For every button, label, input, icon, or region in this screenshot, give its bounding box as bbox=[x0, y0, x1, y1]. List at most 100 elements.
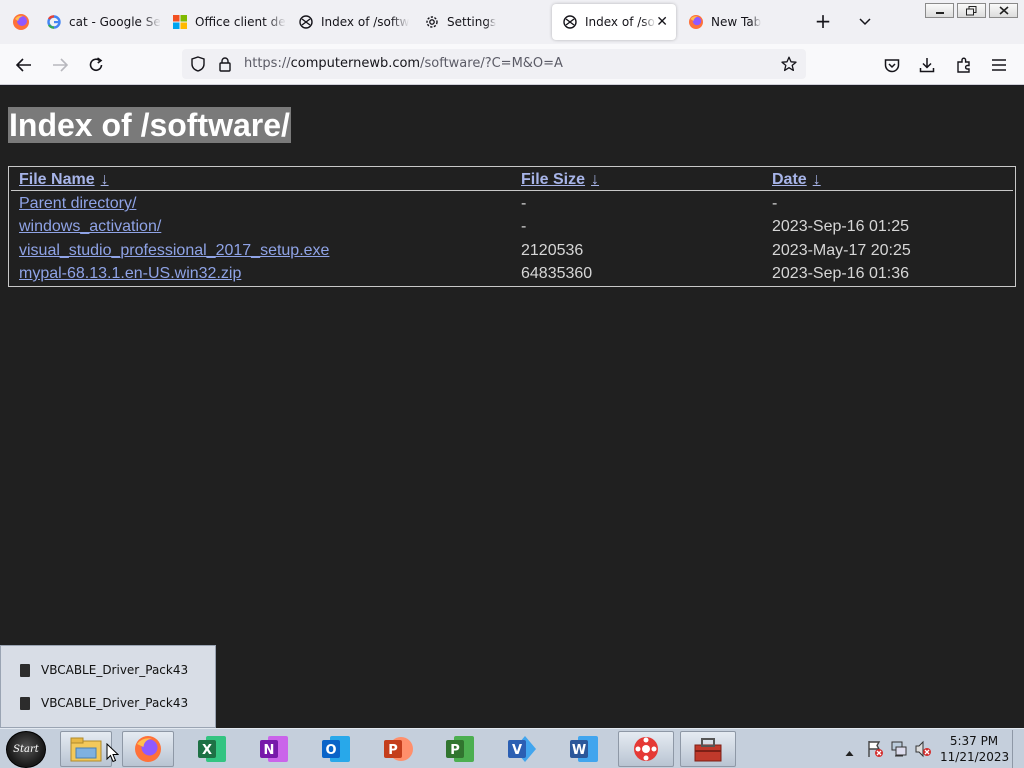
file-explorer-taskbar-button[interactable] bbox=[60, 731, 112, 767]
tab-index-software[interactable]: Index of /softw bbox=[298, 4, 416, 40]
url-text[interactable]: https://computernewb.com/software/?C=M&O… bbox=[244, 56, 563, 71]
powerpoint-letter: P bbox=[388, 743, 398, 758]
clock-date: 11/21/2023 bbox=[940, 750, 1010, 764]
jump-list-item[interactable]: VBCABLE_Driver_Pack43 bbox=[20, 694, 188, 712]
tab-label: Office client de bbox=[195, 15, 286, 29]
tab-label: New Tab bbox=[711, 15, 762, 29]
header-label: File Name bbox=[19, 171, 95, 188]
tab-label: cat - Google Se bbox=[69, 15, 161, 29]
toolbox-icon bbox=[694, 738, 722, 762]
tab-office-client[interactable]: Office client de bbox=[172, 4, 290, 40]
app-taskbar-button[interactable] bbox=[618, 731, 674, 767]
mouse-cursor-icon bbox=[106, 743, 119, 763]
word-letter: W bbox=[572, 743, 586, 758]
firefox-view-button[interactable] bbox=[0, 0, 42, 44]
url-scheme: https:// bbox=[244, 56, 291, 71]
taskbar-jump-list: VBCABLE_Driver_Pack43 VBCABLE_Driver_Pac… bbox=[0, 645, 216, 728]
onenote-icon: N bbox=[260, 736, 288, 762]
visio-icon: V bbox=[508, 736, 536, 762]
minimize-icon[interactable] bbox=[925, 3, 954, 18]
file-size-cell: - bbox=[521, 218, 527, 235]
sort-arrow-icon: ↓ bbox=[591, 171, 600, 188]
close-window-icon[interactable] bbox=[989, 3, 1018, 18]
bookmark-star-icon[interactable] bbox=[781, 56, 797, 72]
page-icon bbox=[298, 14, 314, 30]
system-clock[interactable]: 5:37 PM 11/21/2023 bbox=[940, 733, 1010, 765]
header-label: File Size bbox=[521, 171, 586, 188]
sort-arrow-icon: ↓ bbox=[100, 171, 109, 188]
toolbox-taskbar-button[interactable] bbox=[680, 731, 736, 767]
jump-list-item[interactable]: VBCABLE_Driver_Pack43 bbox=[20, 661, 188, 679]
jump-list-item-label: VBCABLE_Driver_Pack43 bbox=[41, 696, 189, 710]
word-icon: W bbox=[570, 736, 598, 762]
extensions-puzzle-icon[interactable] bbox=[951, 52, 977, 78]
firefox-icon bbox=[688, 14, 704, 30]
restore-icon[interactable] bbox=[957, 3, 986, 18]
file-icon bbox=[20, 696, 30, 710]
date-cell: 2023-Sep-16 01:25 bbox=[772, 218, 909, 235]
tab-index-software-active[interactable]: Index of /soft ✕ bbox=[552, 4, 676, 40]
onenote-letter: N bbox=[264, 743, 275, 758]
forward-arrow-icon[interactable] bbox=[47, 52, 73, 78]
column-header-date[interactable]: Date ↓ bbox=[772, 171, 821, 189]
new-tab-plus-icon[interactable]: + bbox=[812, 11, 834, 33]
url-path: /software/?C=M&O=A bbox=[420, 56, 563, 71]
column-header-file-name[interactable]: File Name ↓ bbox=[19, 171, 109, 189]
chevron-down-icon[interactable] bbox=[854, 11, 876, 33]
file-link[interactable]: windows_activation/ bbox=[19, 218, 161, 236]
file-link[interactable]: visual_studio_professional_2017_setup.ex… bbox=[19, 242, 329, 260]
file-size-cell: - bbox=[521, 195, 527, 212]
page-title: Index of /software/ bbox=[8, 107, 291, 143]
file-link[interactable]: mypal-68.13.1.en-US.win32.zip bbox=[19, 265, 241, 283]
show-hidden-icons-arrow-icon[interactable] bbox=[845, 742, 854, 761]
onenote-taskbar-button[interactable]: N bbox=[248, 731, 300, 767]
file-size-cell: 64835360 bbox=[521, 265, 593, 282]
project-taskbar-button[interactable]: P bbox=[434, 731, 486, 767]
show-desktop-button[interactable] bbox=[1012, 730, 1022, 768]
reload-icon[interactable] bbox=[83, 52, 109, 78]
excel-icon: X bbox=[198, 736, 226, 762]
close-tab-icon[interactable]: ✕ bbox=[656, 14, 668, 30]
tab-strip: cat - Google Se Office client de Index o… bbox=[0, 0, 1024, 44]
google-icon bbox=[46, 14, 62, 30]
visio-taskbar-button[interactable]: V bbox=[496, 731, 548, 767]
tab-google-search[interactable]: cat - Google Se bbox=[46, 4, 164, 40]
powerpoint-taskbar-button[interactable]: P bbox=[372, 731, 424, 767]
column-header-file-size[interactable]: File Size ↓ bbox=[521, 171, 599, 189]
excel-letter: X bbox=[202, 743, 212, 758]
action-center-flag-icon[interactable] bbox=[866, 740, 884, 762]
clock-time: 5:37 PM bbox=[949, 734, 999, 748]
outlook-taskbar-button[interactable]: O bbox=[310, 731, 362, 767]
outlook-icon: O bbox=[322, 736, 350, 762]
url-host: computernewb.com bbox=[290, 56, 421, 71]
start-button[interactable]: Start bbox=[6, 731, 46, 768]
tab-settings[interactable]: Settings bbox=[424, 4, 542, 40]
lock-icon[interactable] bbox=[217, 56, 233, 72]
excel-taskbar-button[interactable]: X bbox=[186, 731, 238, 767]
firefox-taskbar-button[interactable] bbox=[122, 731, 174, 767]
pocket-icon[interactable] bbox=[879, 52, 905, 78]
sort-arrow-icon: ↓ bbox=[812, 171, 821, 188]
back-arrow-icon[interactable] bbox=[11, 52, 37, 78]
file-size-cell: 2120536 bbox=[521, 242, 584, 259]
project-letter: P bbox=[450, 743, 460, 758]
address-bar[interactable]: https://computernewb.com/software/?C=M&O… bbox=[182, 49, 806, 79]
date-cell: - bbox=[772, 195, 778, 212]
powerpoint-icon: P bbox=[384, 737, 413, 761]
network-icon[interactable] bbox=[890, 740, 908, 762]
file-icon bbox=[20, 663, 30, 677]
tracking-protection-shield-icon[interactable] bbox=[190, 56, 206, 72]
visio-letter: V bbox=[512, 743, 522, 758]
start-label: Start bbox=[13, 744, 39, 755]
navigation-toolbar: https://computernewb.com/software/?C=M&O… bbox=[0, 44, 1024, 85]
word-taskbar-button[interactable]: W bbox=[558, 731, 610, 767]
file-listing-table: File Name ↓ File Size ↓ Date ↓ Parent direc… bbox=[8, 166, 1016, 287]
parent-directory-link[interactable]: Parent directory/ bbox=[19, 195, 136, 213]
tab-new-tab[interactable]: New Tab bbox=[688, 4, 798, 40]
firefox-icon bbox=[135, 736, 161, 762]
downloads-icon[interactable] bbox=[914, 52, 940, 78]
gear-icon bbox=[424, 14, 440, 30]
volume-muted-icon[interactable] bbox=[914, 740, 932, 762]
tab-label: Index of /soft bbox=[585, 15, 657, 29]
hamburger-menu-icon[interactable] bbox=[986, 52, 1012, 78]
